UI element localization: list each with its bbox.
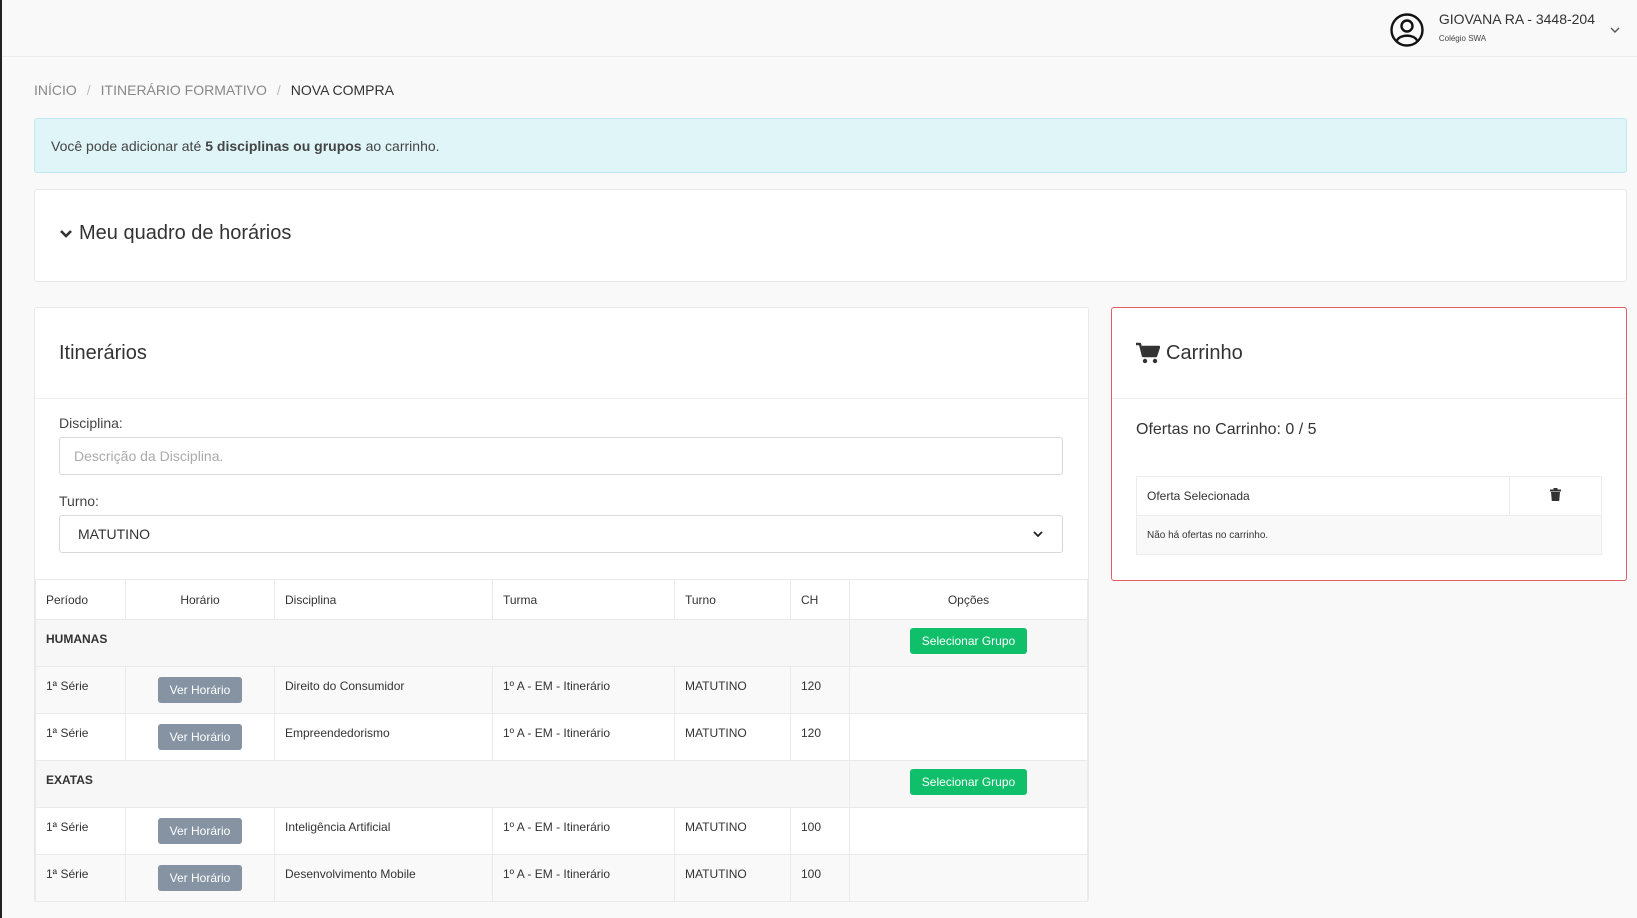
chevron-down-icon[interactable] <box>1609 24 1621 36</box>
chevron-down-icon <box>60 229 72 238</box>
itinerarios-title: Itinerários <box>35 308 1088 399</box>
cart-title: Carrinho <box>1166 341 1243 364</box>
cart-table: Oferta Selecionada Não há ofertas no car… <box>1136 476 1602 555</box>
cell-disciplina: Empreendedorismo <box>274 713 493 761</box>
cell-periodo: 1ª Série <box>35 713 126 761</box>
breadcrumb-separator: / <box>86 82 91 98</box>
cart-card: Carrinho Ofertas no Carrinho: 0 / 5 Ofer… <box>1111 307 1627 581</box>
trash-icon[interactable] <box>1550 488 1561 501</box>
cell-turno: MATUTINO <box>674 807 791 855</box>
cell-turno: MATUTINO <box>674 713 791 761</box>
shopping-cart-icon <box>1136 342 1160 364</box>
group-name: HUMANAS <box>35 619 850 667</box>
breadcrumb-inicio[interactable]: INÍCIO <box>34 82 77 98</box>
cell-disciplina: Direito do Consumidor <box>274 666 493 714</box>
alert-bold: 5 disciplinas ou grupos <box>205 137 362 154</box>
cell-horario: Ver Horário <box>125 666 275 714</box>
col-turma: Turma <box>492 579 675 620</box>
cell-turno: MATUTINO <box>674 666 791 714</box>
itinerarios-table: Período Horário Disciplina Turma Turno C… <box>35 579 1088 902</box>
view-schedule-button[interactable]: Ver Horário <box>157 677 243 703</box>
table-row: 1ª Série Ver Horário Direito do Consumid… <box>35 666 1088 714</box>
user-menu[interactable]: GIOVANA RA - 3448-204 Colégio SWA <box>1389 10 1621 48</box>
col-delete <box>1509 476 1602 516</box>
info-alert: Você pode adicionar até 5 disciplinas ou… <box>34 118 1627 173</box>
col-turno: Turno <box>674 579 791 620</box>
cell-opcoes <box>849 807 1088 855</box>
group-row-humanas: HUMANAS Selecionar Grupo <box>35 619 1088 667</box>
cell-disciplina: Desenvolvimento Mobile <box>274 854 493 902</box>
user-info[interactable]: GIOVANA RA - 3448-204 Colégio SWA <box>1439 10 1595 43</box>
cell-periodo: 1ª Série <box>35 854 126 902</box>
breadcrumb: INÍCIO / ITINERÁRIO FORMATIVO / NOVA COM… <box>34 82 394 98</box>
alert-prefix: Você pode adicionar até <box>51 137 202 154</box>
group-action-cell: Selecionar Grupo <box>849 619 1088 667</box>
table-header-row: Período Horário Disciplina Turma Turno C… <box>35 579 1088 620</box>
col-disciplina: Disciplina <box>274 579 493 620</box>
cell-horario: Ver Horário <box>125 713 275 761</box>
cart-count: Ofertas no Carrinho: 0 / 5 <box>1136 421 1317 438</box>
breadcrumb-current: NOVA COMPRA <box>290 82 394 98</box>
col-horario: Horário <box>125 579 275 620</box>
top-bar: GIOVANA RA - 3448-204 Colégio SWA <box>2 0 1637 57</box>
table-row: 1ª Série Ver Horário Desenvolvimento Mob… <box>35 854 1088 902</box>
schedule-card: Meu quadro de horários <box>34 189 1627 282</box>
cell-horario: Ver Horário <box>125 854 275 902</box>
user-name: GIOVANA RA - 3448-204 <box>1438 11 1595 27</box>
cell-opcoes <box>849 854 1088 902</box>
group-row-exatas: EXATAS Selecionar Grupo <box>35 760 1088 808</box>
cart-empty-text: Não há ofertas no carrinho. <box>1136 515 1602 555</box>
table-row: 1ª Série Ver Horário Inteligência Artifi… <box>35 807 1088 855</box>
col-oferta: Oferta Selecionada <box>1136 476 1510 516</box>
cell-periodo: 1ª Série <box>35 807 126 855</box>
breadcrumb-itinerario[interactable]: ITINERÁRIO FORMATIVO <box>101 82 267 98</box>
breadcrumb-separator: / <box>276 82 281 98</box>
disciplina-label: Disciplina: <box>59 415 123 431</box>
col-opcoes: Opções <box>849 579 1088 620</box>
cell-opcoes <box>849 666 1088 714</box>
cell-periodo: 1ª Série <box>35 666 126 714</box>
alert-suffix: ao carrinho. <box>365 137 440 154</box>
col-periodo: Período <box>35 579 126 620</box>
cell-horario: Ver Horário <box>125 807 275 855</box>
chevron-down-icon <box>1033 531 1043 538</box>
select-group-button[interactable]: Selecionar Grupo <box>909 769 1028 795</box>
cart-header: Carrinho <box>1112 308 1626 399</box>
view-schedule-button[interactable]: Ver Horário <box>157 818 243 844</box>
group-action-cell: Selecionar Grupo <box>849 760 1088 808</box>
cart-header-row: Oferta Selecionada <box>1136 476 1602 516</box>
table-row: 1ª Série Ver Horário Empreendedorismo 1º… <box>35 713 1088 761</box>
cell-turma: 1º A - EM - Itinerário <box>492 666 675 714</box>
schedule-toggle[interactable]: Meu quadro de horários <box>59 222 291 245</box>
cell-ch: 100 <box>790 807 850 855</box>
cell-turno: MATUTINO <box>674 854 791 902</box>
select-group-button[interactable]: Selecionar Grupo <box>909 628 1028 654</box>
turno-label: Turno: <box>59 493 99 509</box>
col-ch: CH <box>790 579 850 620</box>
user-school: Colégio SWA <box>1438 34 1487 43</box>
view-schedule-button[interactable]: Ver Horário <box>157 865 243 891</box>
view-schedule-button[interactable]: Ver Horário <box>157 724 243 750</box>
cell-ch: 120 <box>790 666 850 714</box>
cell-disciplina: Inteligência Artificial <box>274 807 493 855</box>
user-avatar-icon[interactable] <box>1389 12 1425 48</box>
cell-turma: 1º A - EM - Itinerário <box>492 807 675 855</box>
cell-turma: 1º A - EM - Itinerário <box>492 713 675 761</box>
schedule-title: Meu quadro de horários <box>79 222 292 244</box>
turno-select-value: MATUTINO <box>78 526 151 542</box>
cell-ch: 120 <box>790 713 850 761</box>
itinerarios-card: Itinerários Disciplina: Turno: MATUTINO … <box>34 307 1089 902</box>
cell-turma: 1º A - EM - Itinerário <box>492 854 675 902</box>
filter-form: Disciplina: Turno: MATUTINO <box>35 399 1088 553</box>
group-name: EXATAS <box>35 760 850 808</box>
cell-opcoes <box>849 713 1088 761</box>
turno-select[interactable]: MATUTINO <box>59 515 1063 553</box>
cell-ch: 100 <box>790 854 850 902</box>
disciplina-input[interactable] <box>59 437 1063 475</box>
cart-empty-row: Não há ofertas no carrinho. <box>1136 515 1602 555</box>
